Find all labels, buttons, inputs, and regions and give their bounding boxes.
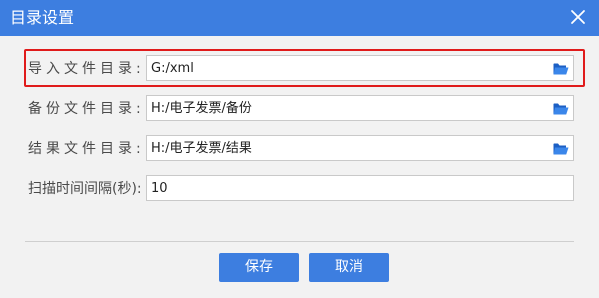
import-directory-field[interactable]: G:/xml: [146, 55, 574, 81]
backup-directory-value: H:/电子发票/备份: [151, 101, 252, 116]
save-button[interactable]: 保存: [219, 253, 299, 282]
scan-interval-value: 10: [151, 181, 168, 196]
folder-icon[interactable]: [553, 61, 569, 75]
folder-icon[interactable]: [553, 101, 569, 115]
import-directory-label: 导入文件目录:: [28, 61, 145, 77]
backup-directory-row: 备份文件目录: H:/电子发票/备份: [24, 93, 576, 125]
backup-directory-field[interactable]: H:/电子发票/备份: [146, 95, 574, 121]
result-directory-field[interactable]: H:/电子发票/结果: [146, 135, 574, 161]
scan-interval-label: 扫描时间间隔(秒):: [28, 181, 142, 197]
title-bar: 目录设置: [0, 0, 599, 36]
scan-interval-row: 扫描时间间隔(秒): 10: [24, 173, 576, 205]
backup-directory-label: 备份文件目录:: [28, 101, 145, 117]
dialog-title: 目录设置: [10, 8, 75, 27]
cancel-button[interactable]: 取消: [309, 253, 389, 282]
folder-icon[interactable]: [553, 141, 569, 155]
result-directory-value: H:/电子发票/结果: [151, 141, 252, 156]
result-directory-label: 结果文件目录:: [28, 141, 145, 157]
scan-interval-field[interactable]: 10: [146, 175, 574, 201]
footer-divider: [25, 241, 574, 242]
close-icon[interactable]: [567, 6, 589, 28]
result-directory-row: 结果文件目录: H:/电子发票/结果: [24, 133, 576, 165]
import-directory-row: 导入文件目录: G:/xml: [24, 53, 576, 85]
directory-settings-dialog: 目录设置 导入文件目录: G:/xml 备份文件目录: H:/电子发票/备份 结…: [0, 0, 599, 298]
import-directory-value: G:/xml: [151, 61, 194, 76]
